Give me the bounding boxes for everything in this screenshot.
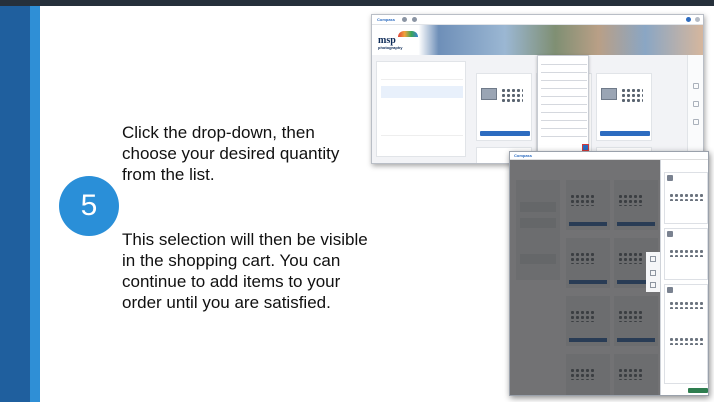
package-card-1 [476,73,532,141]
quantity-option[interactable] [541,96,587,97]
slide-accent-bar-dark [0,6,30,402]
dropdown-arrow-icon[interactable] [582,144,589,151]
family-photo-row[interactable] [381,142,463,154]
package-card-3 [596,73,652,141]
quantity-dropdown-list[interactable] [537,55,589,155]
menu-icon [412,17,417,22]
cart-item-child-2 [664,228,708,280]
quantity-option[interactable] [541,128,587,129]
msp-logo: msp photography [376,29,420,51]
screenshot-package-page: Compass msp photography [371,14,704,164]
children-panel [376,61,466,157]
logo-text-sub: photography [378,45,403,50]
cart-item-child-1 [664,172,708,224]
add-to-cart-button[interactable] [600,131,650,136]
step-number-badge: 5 [59,176,119,236]
app-brand: Compass [377,17,396,22]
cart-icon[interactable] [693,83,699,89]
child-row-2[interactable] [381,102,463,114]
quantity-option[interactable] [541,104,587,105]
list-icon[interactable] [650,270,656,276]
cart-thumbnails [669,193,705,201]
avatar [667,287,673,293]
quantity-option[interactable] [541,136,587,137]
child-row-1[interactable] [381,86,463,98]
additional-options-heading [381,124,463,136]
quantity-option[interactable] [541,112,587,113]
quantity-option[interactable] [541,64,587,65]
help-icon[interactable] [693,119,699,125]
instruction-text-2: This selection will then be visible in t… [122,230,368,312]
app-top-bar: Compass [510,152,708,160]
instruction-text-1: Click the drop-down, then choose your de… [122,123,340,184]
add-to-cart-button[interactable] [480,131,530,136]
user-avatar-icon[interactable] [686,17,691,22]
cart-thumbnails [669,301,705,309]
quantity-option[interactable] [541,72,587,73]
right-action-rail [646,252,660,292]
print-sheet-image [501,88,523,102]
slide-top-strip [0,0,714,6]
quantity-option[interactable] [541,80,587,81]
cart-thumbnails [669,337,705,345]
quantity-option[interactable] [541,88,587,89]
avatar [667,231,673,237]
slide-accent-bar-light [30,6,40,402]
app-brand: Compass [514,153,533,158]
panel-heading [381,68,463,80]
cart-item-additional [664,284,708,384]
cart-thumbnails [669,249,705,257]
product-image [601,88,617,100]
school-photo-banner [372,25,703,55]
list-icon[interactable] [693,101,699,107]
right-action-rail [687,55,703,163]
bell-icon [402,17,407,22]
help-icon[interactable] [650,282,656,288]
shopping-cart-panel [660,160,708,395]
modal-overlay [510,160,660,395]
avatar [667,175,673,181]
screenshot-shopping-cart: Compass [509,151,709,396]
settings-icon[interactable] [695,17,700,22]
logo-swoosh-icon [398,31,418,37]
product-image [481,88,497,100]
app-top-bar: Compass [372,15,703,25]
checkout-button[interactable] [688,388,708,393]
quantity-option[interactable] [541,120,587,121]
cart-icon[interactable] [650,256,656,262]
print-sheet-image [621,88,643,102]
